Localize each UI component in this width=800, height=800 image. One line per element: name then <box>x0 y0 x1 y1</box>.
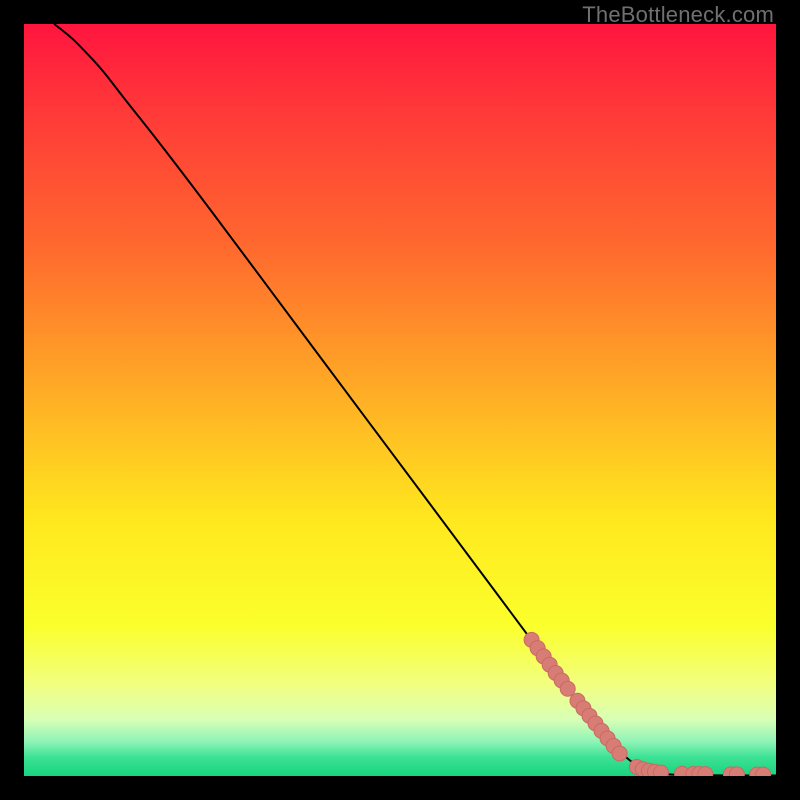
data-marker <box>560 681 575 696</box>
chart-canvas <box>24 24 776 776</box>
data-marker <box>653 765 668 776</box>
chart-frame <box>24 24 776 776</box>
gradient-background <box>24 24 776 776</box>
data-marker <box>612 746 627 761</box>
